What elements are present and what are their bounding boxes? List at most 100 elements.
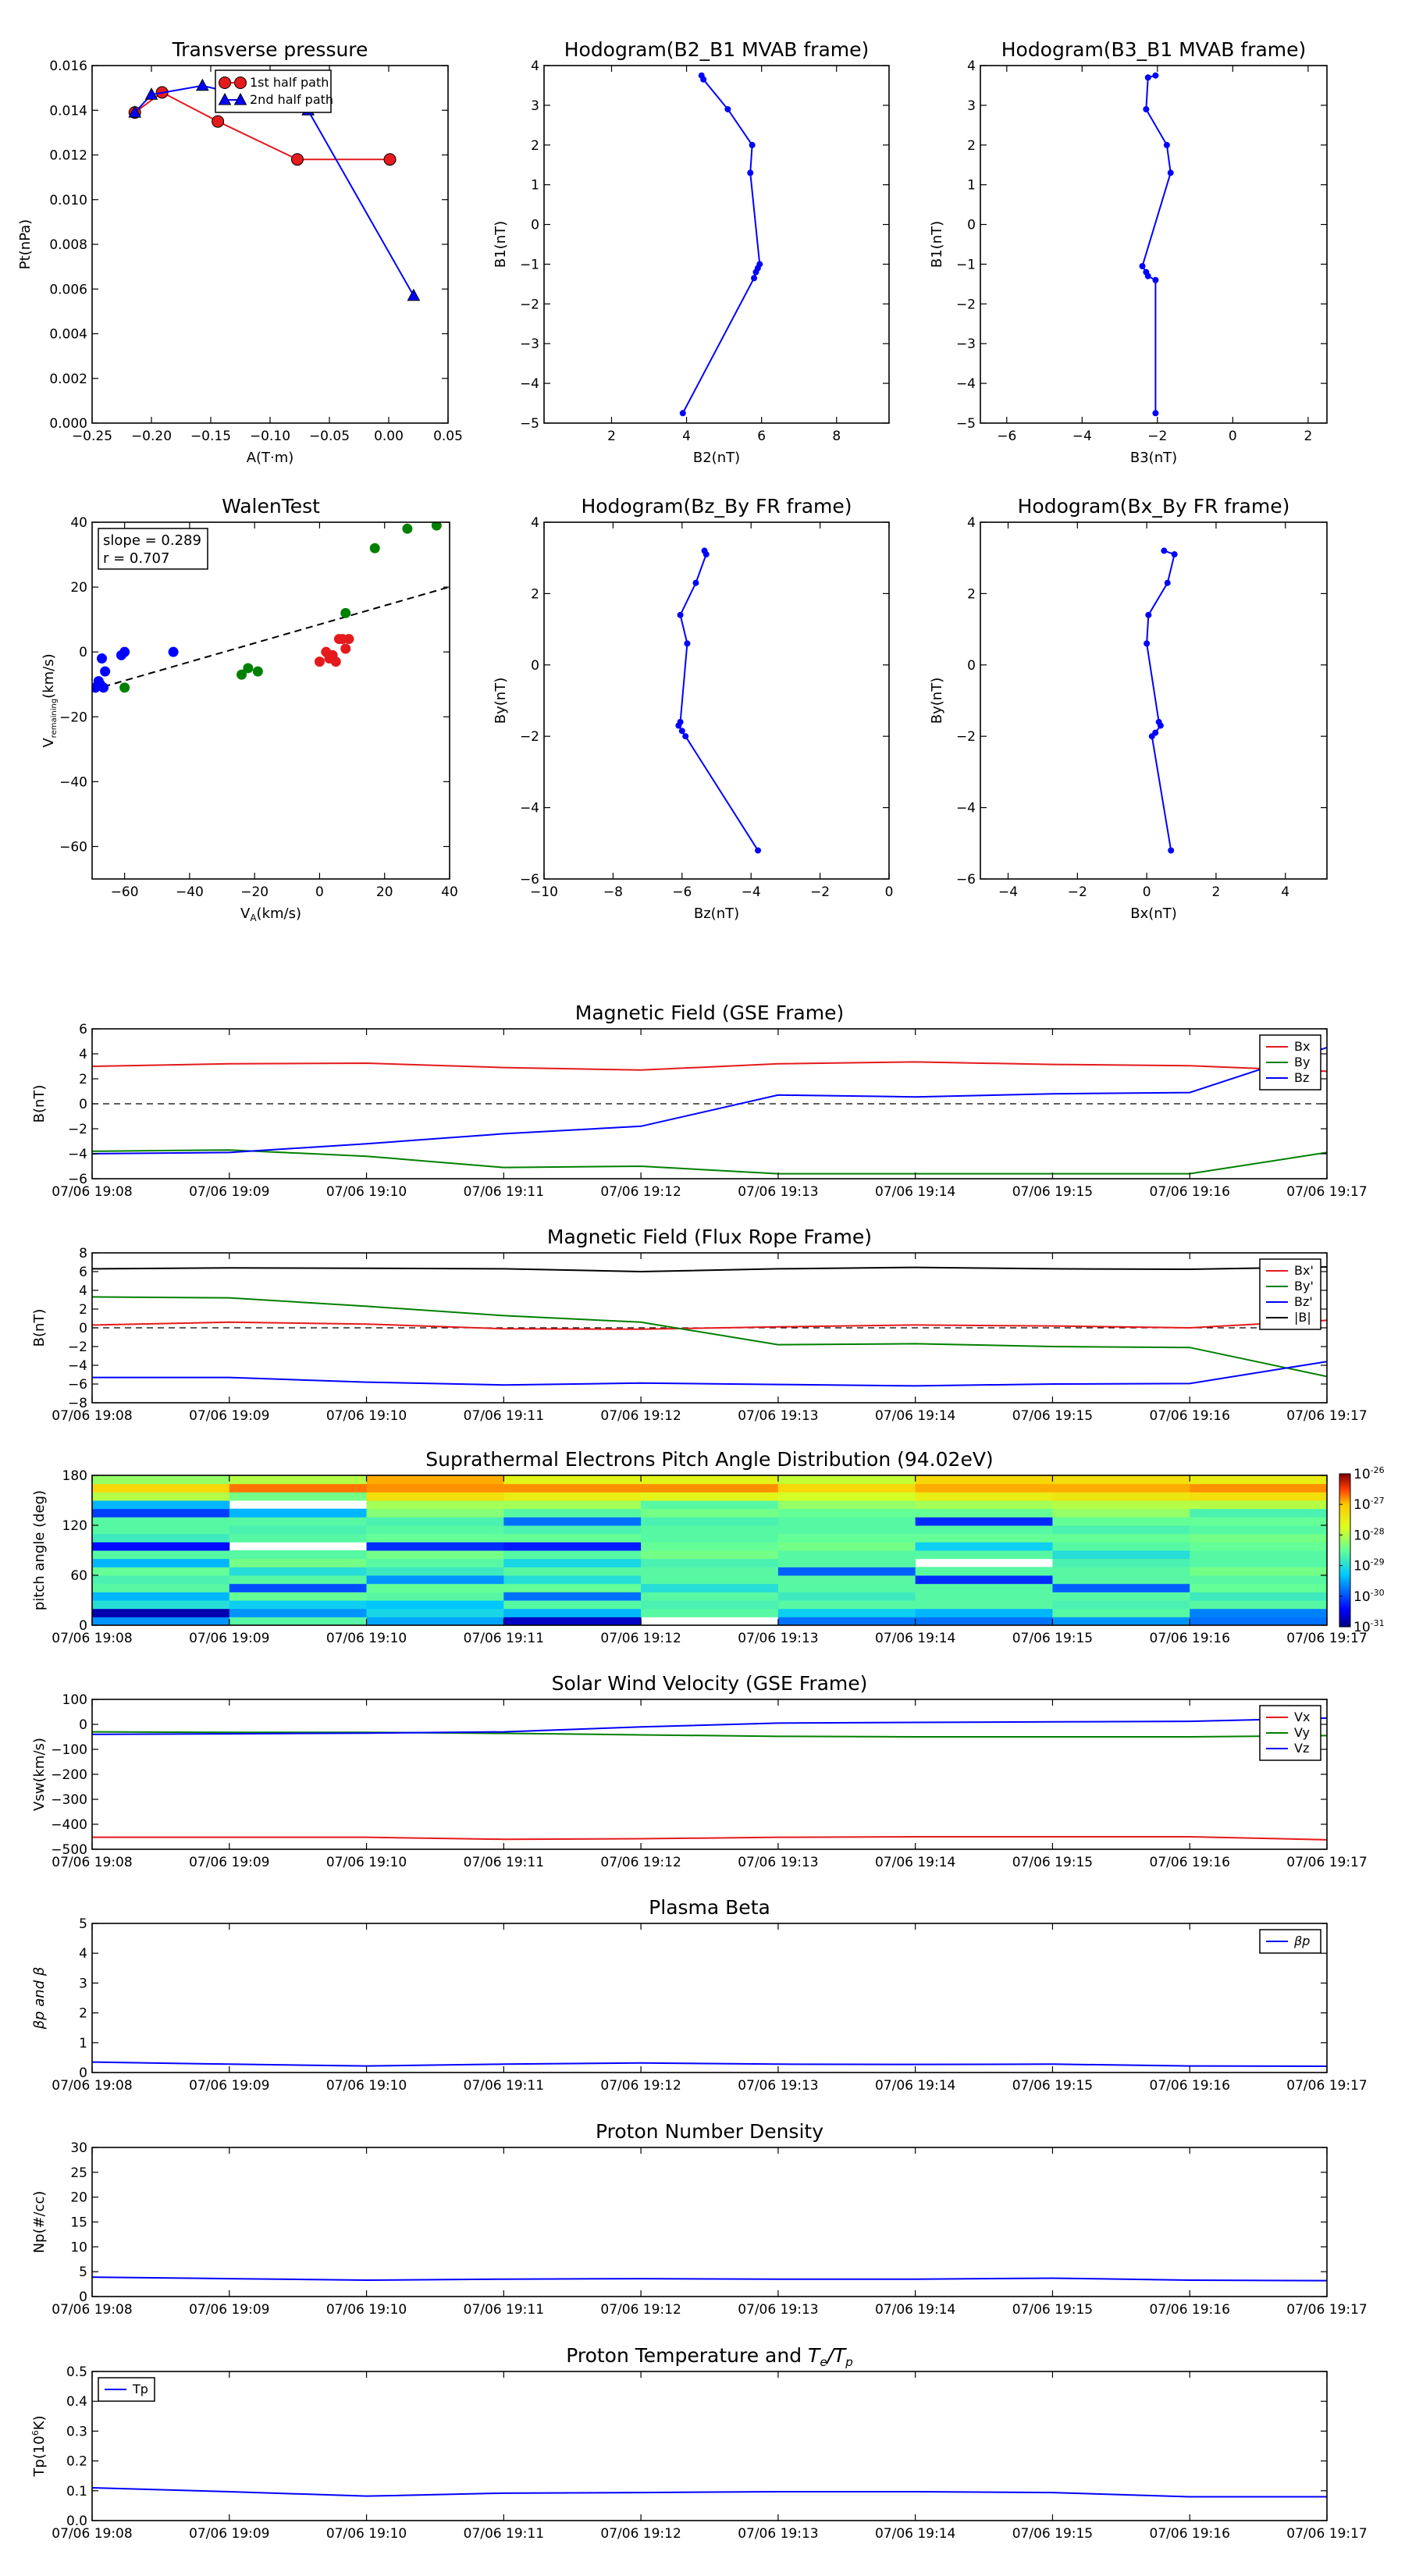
- data-point-marker: [756, 261, 763, 268]
- x-tick-label: 07/06 19:12: [600, 2302, 681, 2318]
- y-axis-label: Pt(nPa): [17, 219, 34, 269]
- y-tick-label: −300: [51, 1792, 87, 1808]
- heatmap-cell: [92, 1592, 230, 1601]
- y-tick-label: 0: [79, 1717, 87, 1733]
- legend-label: Bz: [1294, 1070, 1309, 1085]
- y-tick-label: −4: [956, 801, 976, 817]
- y-tick-label: 2: [967, 586, 976, 602]
- y-tick-label: 1: [531, 178, 539, 194]
- heatmap-cell: [229, 1525, 368, 1535]
- chart-panel-13: Proton Temperature and Te/Tp0.00.10.20.3…: [30, 2344, 1368, 2542]
- data-point-marker: [751, 275, 758, 282]
- x-tick-label: 07/06 19:11: [464, 2078, 544, 2094]
- heatmap-cell: [641, 1525, 779, 1535]
- heatmap-cell: [641, 1567, 779, 1576]
- x-tick-label: 07/06 19:10: [326, 2526, 407, 2542]
- heatmap-cell: [915, 1492, 1053, 1501]
- data-point-marker: [243, 663, 254, 674]
- x-tick-label: 07/06 19:17: [1286, 2078, 1367, 2094]
- data-point-marker: [1152, 276, 1159, 283]
- heatmap-cell: [92, 1475, 230, 1485]
- annotation-slope: slope = 0.289: [103, 532, 201, 549]
- y-tick-label: 4: [967, 515, 976, 531]
- chart-panel-11: Plasma Beta01234507/06 19:08 07/06 19:09 0…: [31, 1896, 1368, 2094]
- y-tick-label: 0.016: [49, 59, 87, 74]
- heatmap-cell: [777, 1542, 916, 1551]
- x-tick-label: −6: [672, 884, 692, 900]
- y-tick-label: −2: [68, 1340, 87, 1355]
- y-tick-label: 0.5: [66, 2364, 87, 2380]
- heatmap-cell: [92, 1508, 230, 1517]
- x-axis-label: VA(km/s): [240, 906, 301, 923]
- heatmap-cell: [229, 1592, 368, 1601]
- data-point-marker: [1164, 579, 1171, 586]
- data-point-marker: [234, 76, 247, 89]
- x-tick-label: 0: [885, 884, 894, 900]
- heatmap-cell: [1190, 1542, 1327, 1551]
- data-point-marker: [343, 634, 354, 645]
- y-tick-label: 0.1: [66, 2484, 87, 2500]
- data-point-marker: [119, 646, 130, 657]
- heatmap-cell: [503, 1600, 642, 1610]
- y-tick-label: 5: [79, 1916, 87, 1932]
- y-tick-label: 3: [79, 1976, 87, 1991]
- x-tick-label: 07/06 19:10: [326, 1408, 407, 1424]
- plot-area: [1139, 72, 1174, 417]
- y-tick-label: −20: [59, 710, 87, 725]
- chart-panel-2: Hodogram(B2_B1 MVAB frame) −5 −4 −3 −2 −1 0 1 2 3…: [493, 38, 890, 466]
- y-tick-label: −60: [59, 839, 87, 855]
- x-axis-label: B2(nT): [693, 450, 740, 466]
- data-point-marker: [1144, 640, 1151, 647]
- heatmap-cell: [1190, 1608, 1327, 1617]
- series-line-Bx': [92, 1319, 1327, 1330]
- legend-label: Vy: [1294, 1725, 1310, 1740]
- heatmap-cell: [915, 1567, 1053, 1576]
- heatmap-cell: [92, 1483, 230, 1493]
- heatmap-cell: [777, 1608, 916, 1617]
- x-tick-label: 07/06 19:14: [875, 1855, 955, 1870]
- heatmap-cell: [915, 1500, 1053, 1510]
- y-axis-label: Np(#/cc): [31, 2191, 48, 2254]
- x-tick-label: 07/06 19:17: [1286, 1184, 1367, 1200]
- x-tick-label: 07/06 19:10: [326, 2078, 407, 2094]
- heatmap-cell: [503, 1608, 642, 1617]
- legend-label: Bz': [1294, 1294, 1313, 1309]
- data-point-marker: [119, 682, 130, 693]
- plot-frame: [91, 521, 450, 880]
- y-tick-label: 0.004: [49, 327, 87, 343]
- heatmap-cell: [777, 1517, 916, 1526]
- y-tick-label: −1: [520, 257, 539, 272]
- y-axis-label: Vremaining(km/s): [41, 653, 59, 747]
- heatmap-cell: [1052, 1500, 1190, 1510]
- colorbar-tick-label: 10-28: [1353, 1526, 1385, 1543]
- x-tick-label: 07/06 19:14: [875, 2302, 955, 2318]
- heatmap-cell: [641, 1483, 779, 1493]
- x-tick-label: 07/06 19:12: [600, 1184, 681, 1200]
- x-tick-label: −2: [1068, 884, 1087, 900]
- heatmap-cell: [366, 1567, 504, 1576]
- x-tick-label: 07/06 19:08: [52, 1408, 132, 1424]
- heatmap-cell: [641, 1508, 779, 1517]
- heatmap-cell: [229, 1575, 368, 1585]
- data-point-marker: [1163, 141, 1170, 148]
- y-tick-label: 2: [531, 586, 539, 602]
- y-tick-label: 2: [79, 2006, 87, 2022]
- heatmap-cell: [1052, 1508, 1190, 1517]
- heatmap-cell: [1052, 1592, 1190, 1601]
- y-tick-label: 0: [531, 658, 539, 674]
- legend-label: By: [1294, 1055, 1310, 1069]
- heatmap-cell: [777, 1558, 916, 1567]
- chart-title: Hodogram(B3_B1 MVAB frame): [1001, 38, 1307, 61]
- x-tick-label: 07/06 19:08: [52, 2302, 132, 2318]
- heatmap-cell: [777, 1525, 916, 1535]
- heatmap-cell: [92, 1525, 230, 1535]
- legend-label: βp: [1293, 1934, 1310, 1948]
- legend-label: Bx: [1294, 1039, 1310, 1054]
- y-tick-label: 2: [967, 138, 976, 154]
- x-tick-label: 07/06 19:12: [600, 2526, 681, 2542]
- plot-area: [675, 547, 762, 854]
- y-tick-label: 4: [531, 59, 539, 74]
- x-tick-label: 07/06 19:14: [875, 2526, 955, 2542]
- heatmap-cell: [503, 1542, 642, 1551]
- series-line-2nd half path: [133, 84, 414, 297]
